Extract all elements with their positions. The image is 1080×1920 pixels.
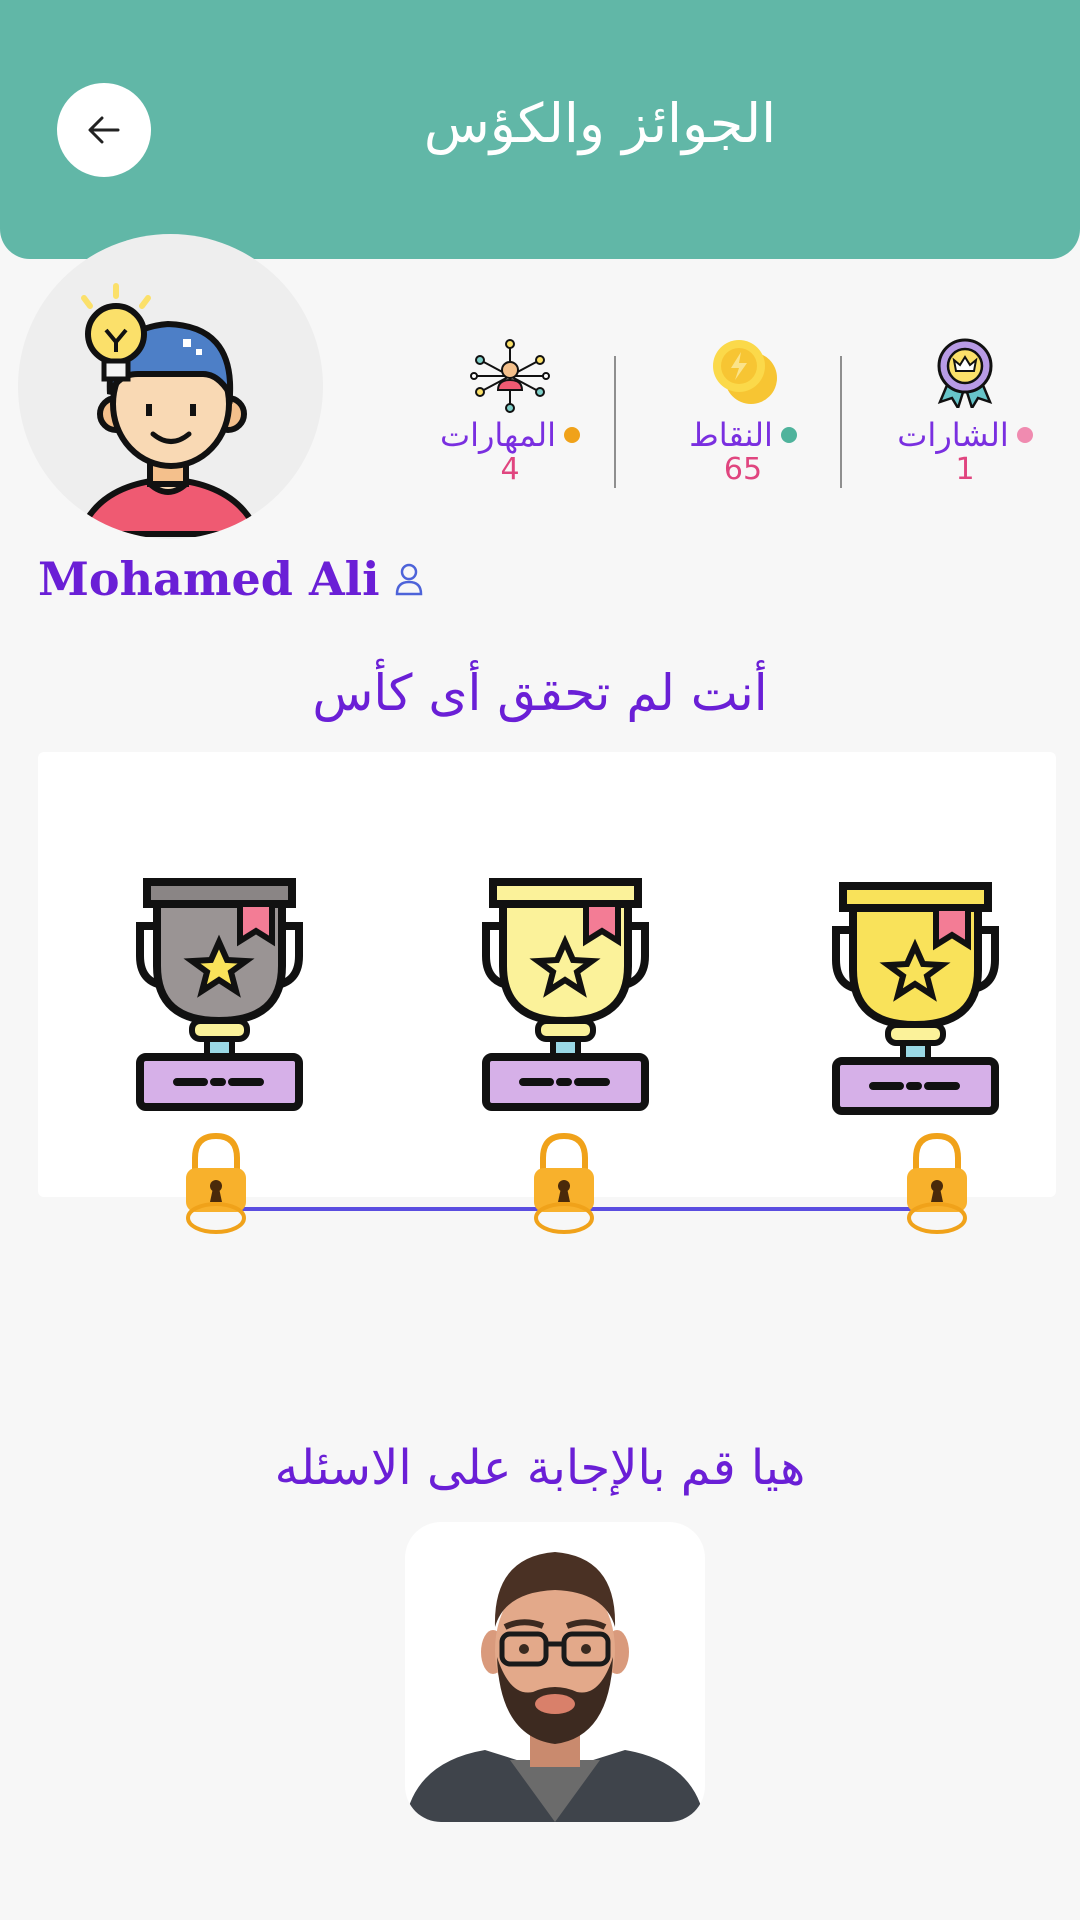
badge-medal-icon [937, 338, 993, 408]
stat-divider [614, 356, 616, 488]
trophy-silver-icon[interactable] [132, 876, 307, 1116]
skills-value: 4 [500, 452, 520, 487]
points-dot [780, 427, 797, 443]
lock-icon [186, 1132, 246, 1234]
skills-dot [564, 427, 581, 443]
back-button[interactable] [57, 83, 151, 177]
user-name: Mohamed Ali [38, 552, 424, 606]
trophy-light-gold-icon[interactable] [478, 876, 653, 1116]
lock-icon [534, 1132, 594, 1234]
no-trophy-message: أنت لم تحقق أى كأس [312, 664, 768, 722]
badges-dot [1016, 427, 1033, 443]
arrow-left-icon [88, 116, 120, 144]
skills-network-icon [470, 339, 550, 413]
assistant-avatar[interactable] [405, 1522, 705, 1822]
points-value: 65 [723, 452, 763, 487]
coins-icon [713, 340, 777, 404]
badges-value: 1 [955, 452, 975, 487]
stat-divider [840, 356, 842, 488]
stat-skills[interactable]: المهارات 4 [415, 336, 605, 487]
header-bar: الجوائز والكؤس [0, 0, 1080, 259]
trophy-gold-icon[interactable] [828, 880, 1003, 1120]
lock-icon [907, 1132, 967, 1234]
stat-points[interactable]: النقاط 65 [648, 336, 838, 487]
boy-idea-avatar-icon [75, 283, 263, 537]
bearded-man-avatar-icon [405, 1552, 705, 1822]
user-avatar[interactable] [18, 234, 323, 539]
user-outline-icon[interactable] [394, 562, 424, 596]
answer-questions-prompt: هيا قم بالإجابة على الاسئله [274, 1440, 806, 1496]
page-title: الجوائز والكؤس [423, 92, 777, 155]
stat-badges[interactable]: الشارات 1 [870, 336, 1060, 487]
